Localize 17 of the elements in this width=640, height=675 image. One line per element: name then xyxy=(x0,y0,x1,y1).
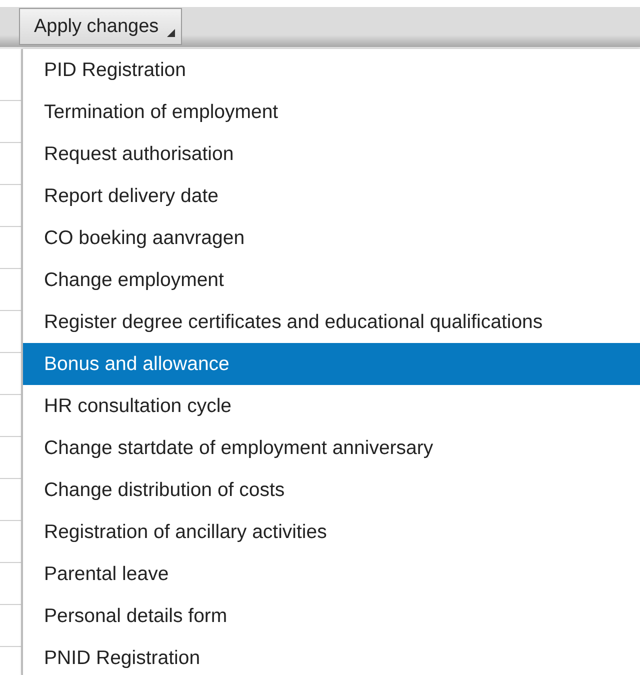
menu-item[interactable]: Parental leave xyxy=(23,553,640,595)
menu-item[interactable]: Bonus and allowance xyxy=(23,343,640,385)
menu-item[interactable]: Request authorisation xyxy=(23,133,640,175)
menu-item[interactable]: Change distribution of costs xyxy=(23,469,640,511)
menu-item[interactable]: PID Registration xyxy=(23,49,640,91)
menu-item[interactable]: Register degree certificates and educational qualifications xyxy=(23,301,640,343)
menu-item[interactable]: Report delivery date xyxy=(23,175,640,217)
apply-changes-button[interactable]: Apply changes xyxy=(19,8,182,45)
caret-icon xyxy=(166,29,175,37)
menu-item[interactable]: Change startdate of employment anniversary xyxy=(23,427,640,469)
menu-item[interactable]: HR consultation cycle xyxy=(23,385,640,427)
menu-item[interactable]: Personal details form xyxy=(23,595,640,637)
menu-item[interactable]: Change employment xyxy=(23,259,640,301)
menu-item[interactable]: Termination of employment xyxy=(23,91,640,133)
menu-item[interactable]: CO boeking aanvragen xyxy=(23,217,640,259)
menu-item[interactable]: Registration of ancillary activities xyxy=(23,511,640,553)
menu-item[interactable]: PNID Registration xyxy=(23,637,640,675)
